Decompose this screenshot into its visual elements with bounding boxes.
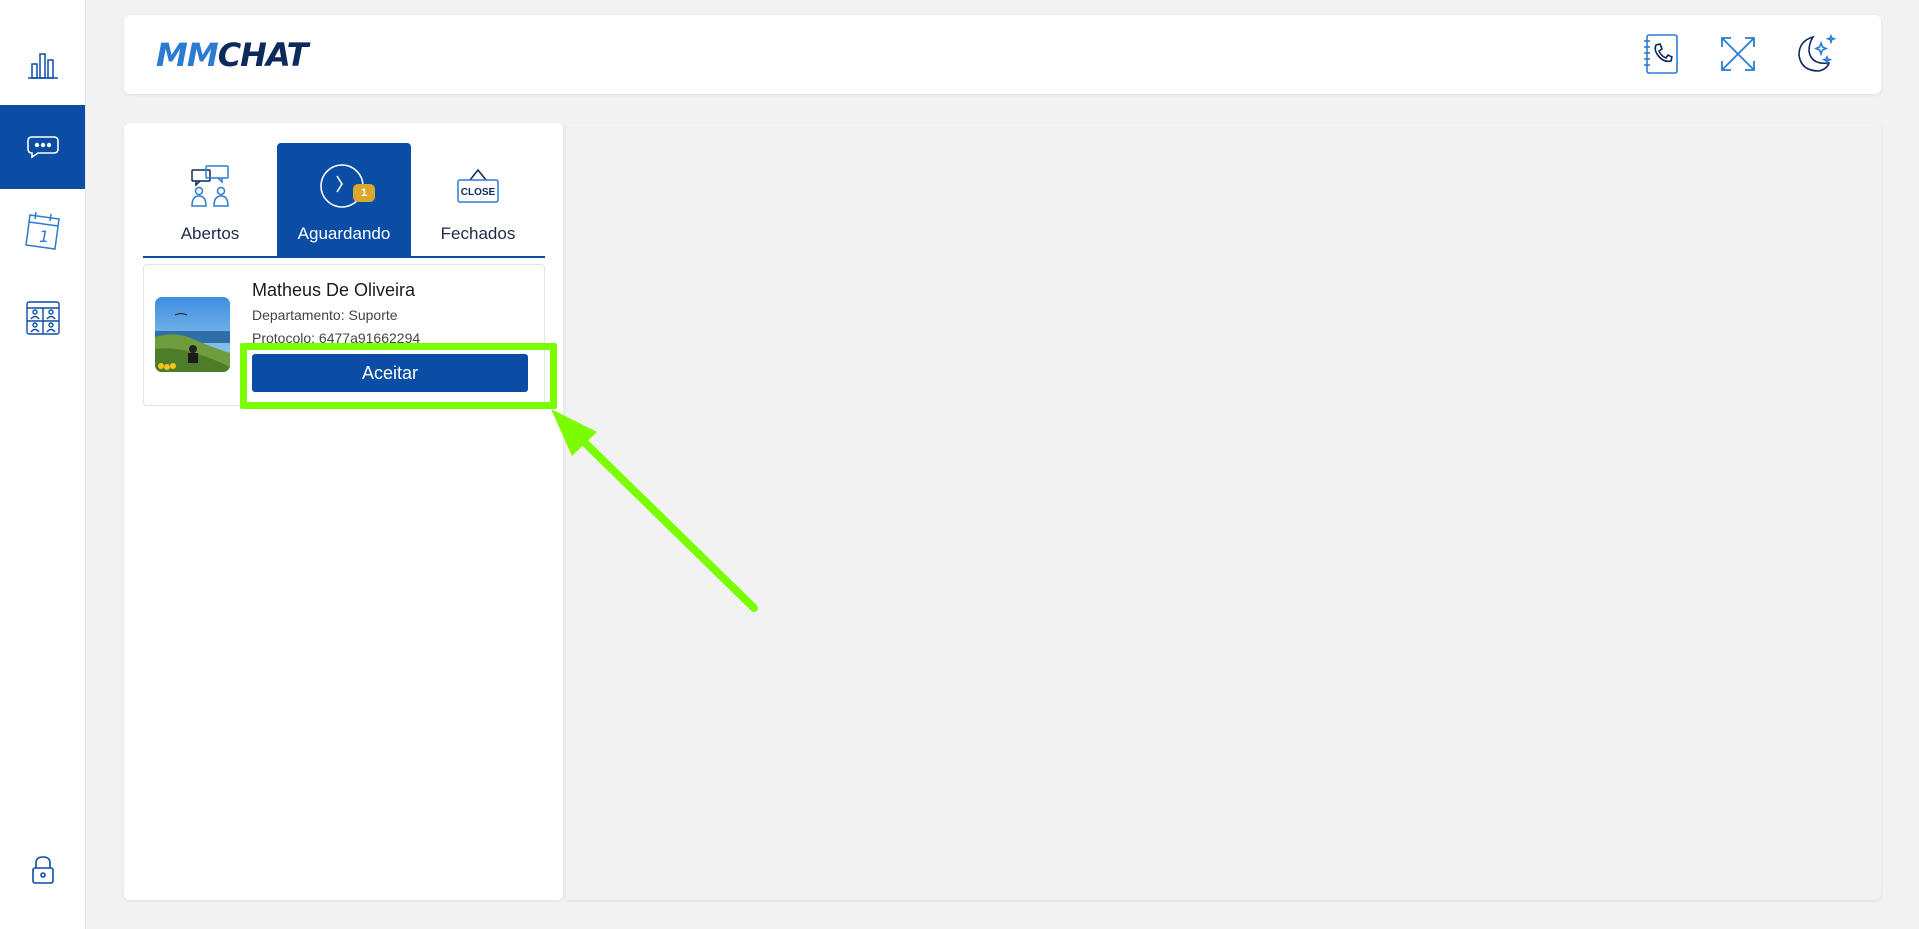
protocol-text: Protocolo: 6477a91662294 bbox=[252, 330, 421, 346]
contact-name: Matheus De Oliveira bbox=[252, 280, 416, 300]
tab-fechados[interactable]: CLOSE Fechados bbox=[411, 143, 545, 256]
waiting-count-badge: 1 bbox=[353, 184, 375, 202]
chat-content-area bbox=[566, 123, 1881, 900]
sidebar-item-contacts[interactable] bbox=[0, 276, 85, 360]
bar-chart-icon bbox=[27, 53, 58, 79]
tab-aguardando-label: Aguardando bbox=[297, 224, 391, 243]
tab-fechados-label: Fechados bbox=[440, 224, 516, 243]
phonebook-icon bbox=[1644, 34, 1678, 74]
calendar-icon: 1 bbox=[24, 211, 60, 250]
waiting-ticket-card[interactable]: Matheus De Oliveira Departamento: Suport… bbox=[143, 264, 545, 406]
dark-mode-button[interactable] bbox=[1792, 31, 1838, 77]
sidebar: 1 bbox=[0, 0, 86, 929]
tab-abertos[interactable]: Abertos bbox=[143, 143, 277, 256]
phonebook-button[interactable] bbox=[1638, 31, 1684, 77]
fullscreen-button[interactable] bbox=[1715, 31, 1761, 77]
fullscreen-icon bbox=[1721, 37, 1755, 71]
tab-aguardando[interactable]: 1 Aguardando bbox=[277, 143, 411, 256]
dark-mode-icon bbox=[1798, 33, 1837, 72]
top-header: MMCHAT bbox=[124, 15, 1881, 94]
sidebar-item-lock[interactable] bbox=[0, 828, 85, 912]
avatar bbox=[155, 297, 230, 372]
sidebar-item-calendar[interactable]: 1 bbox=[0, 188, 85, 272]
contacts-grid-icon bbox=[25, 301, 60, 335]
accept-button[interactable]: Aceitar bbox=[252, 354, 528, 392]
mmchat-logo: MMCHAT bbox=[156, 36, 308, 74]
ticket-tabs: Abertos 1 Aguardando CLOSE Fechados bbox=[143, 143, 545, 258]
svg-text:1: 1 bbox=[39, 227, 49, 246]
department-text: Departamento: Suporte bbox=[252, 307, 398, 323]
tickets-panel: Abertos 1 Aguardando CLOSE Fechados Math… bbox=[124, 123, 563, 900]
svg-text:CLOSE: CLOSE bbox=[461, 187, 496, 198]
sidebar-item-dashboard[interactable] bbox=[0, 22, 85, 106]
close-sign-icon: CLOSE bbox=[457, 168, 499, 203]
tab-abertos-label: Abertos bbox=[180, 224, 240, 243]
lock-icon bbox=[31, 856, 54, 884]
sidebar-item-chat[interactable] bbox=[0, 105, 85, 189]
chat-bubble-icon bbox=[26, 136, 59, 159]
group-chat-icon bbox=[191, 165, 229, 207]
